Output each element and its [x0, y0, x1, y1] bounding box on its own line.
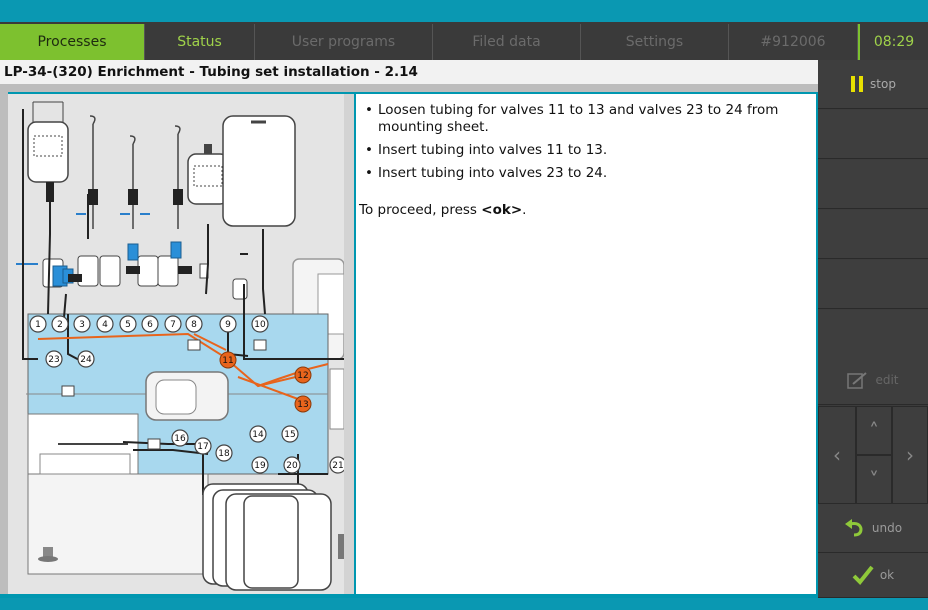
- valve-label: 19: [254, 461, 266, 471]
- valve-label: 16: [174, 434, 186, 444]
- valve-label-highlight: 13: [297, 400, 308, 410]
- valve-label: 3: [79, 320, 85, 330]
- proceed-text: To proceed, press: [359, 202, 482, 218]
- ok-button-label: ok: [879, 568, 895, 582]
- empty-slot: [818, 160, 928, 209]
- ok-key-label: <ok>: [481, 202, 523, 218]
- chevron-left-icon: ‹: [833, 443, 841, 467]
- valve-label-highlight: 12: [297, 371, 308, 381]
- bottom-accent-bar: [0, 598, 928, 610]
- empty-slot: [818, 110, 928, 159]
- chevron-down-icon: ˅: [869, 467, 879, 492]
- instruction-panel: Loosen tubing for valves 11 to 13 and va…: [356, 94, 816, 594]
- valve-label: 1: [35, 320, 41, 330]
- valve-label: 23: [48, 355, 59, 365]
- valve-label: 10: [254, 320, 266, 330]
- valve-label: 8: [191, 320, 197, 330]
- edit-button[interactable]: edit: [818, 356, 928, 405]
- action-sidebar: stop edit ‹ ˄ ˅ › undo ok: [818, 60, 928, 598]
- edit-icon: [847, 372, 868, 389]
- tab-user-programs[interactable]: User programs: [255, 24, 433, 60]
- right-arrow-button[interactable]: ›: [892, 406, 928, 504]
- instruction-item: Loosen tubing for valves 11 to 13 and va…: [365, 102, 816, 136]
- valve-label: 2: [57, 320, 63, 330]
- clock-display: 08:29: [858, 24, 928, 60]
- diagram-scrollbar[interactable]: [344, 94, 354, 594]
- instruction-item: Insert tubing into valves 23 to 24.: [365, 165, 816, 182]
- proceed-suffix: .: [522, 202, 527, 218]
- frame-border: [0, 92, 8, 594]
- valve-label: 6: [147, 320, 153, 330]
- tubing-diagram: 1 2 3 4 5 6 7 8 9 10 14 15 16 17 18 19 2…: [8, 94, 344, 594]
- checkmark-icon: [852, 565, 874, 585]
- tab-processes[interactable]: Processes: [0, 24, 145, 60]
- empty-slot: [818, 210, 928, 259]
- valve-label: 7: [170, 320, 176, 330]
- stop-button-label: stop: [870, 77, 896, 91]
- valve-label: 21: [332, 461, 343, 471]
- valve-label: 17: [197, 442, 208, 452]
- down-arrow-button[interactable]: ˅: [856, 455, 892, 504]
- valve-label: 20: [286, 461, 298, 471]
- valve-label: 9: [225, 320, 231, 330]
- top-accent-bar: [0, 0, 928, 22]
- valve-label: 14: [252, 430, 264, 440]
- tab-status[interactable]: Status: [145, 24, 255, 60]
- tab-filed-data[interactable]: Filed data: [433, 24, 581, 60]
- valve-label: 15: [284, 430, 295, 440]
- chevron-up-icon: ˄: [869, 418, 879, 443]
- instruction-list: Loosen tubing for valves 11 to 13 and va…: [356, 102, 816, 182]
- chevron-right-icon: ›: [906, 443, 914, 467]
- device-id-label: #912006: [729, 24, 858, 60]
- undo-button-label: undo: [871, 521, 903, 535]
- empty-slot: [818, 310, 928, 359]
- instruction-item: Insert tubing into valves 11 to 13.: [365, 142, 816, 159]
- stop-button[interactable]: stop: [818, 60, 928, 109]
- valve-label: 18: [218, 449, 230, 459]
- edit-button-label: edit: [875, 373, 899, 387]
- valve-label-highlight: 11: [222, 356, 233, 366]
- proceed-instruction: To proceed, press <ok>.: [359, 202, 816, 218]
- main-tab-bar: Processes Status User programs Filed dat…: [0, 22, 928, 60]
- left-arrow-button[interactable]: ‹: [818, 406, 856, 504]
- title-divider: [0, 84, 818, 92]
- valve-label: 4: [102, 320, 108, 330]
- tubing-diagram-svg: 1 2 3 4 5 6 7 8 9 10 14 15 16 17 18 19 2…: [8, 94, 344, 594]
- up-arrow-button[interactable]: ˄: [856, 406, 892, 455]
- undo-button[interactable]: undo: [818, 504, 928, 553]
- page-title: LP-34-(320) Enrichment - Tubing set inst…: [0, 60, 818, 84]
- tab-settings[interactable]: Settings: [581, 24, 729, 60]
- valve-label: 24: [80, 355, 92, 365]
- pause-icon: [851, 76, 864, 92]
- undo-icon: [844, 519, 863, 537]
- ok-button[interactable]: ok: [818, 553, 928, 598]
- valve-label: 5: [125, 320, 131, 330]
- empty-slot: [818, 260, 928, 309]
